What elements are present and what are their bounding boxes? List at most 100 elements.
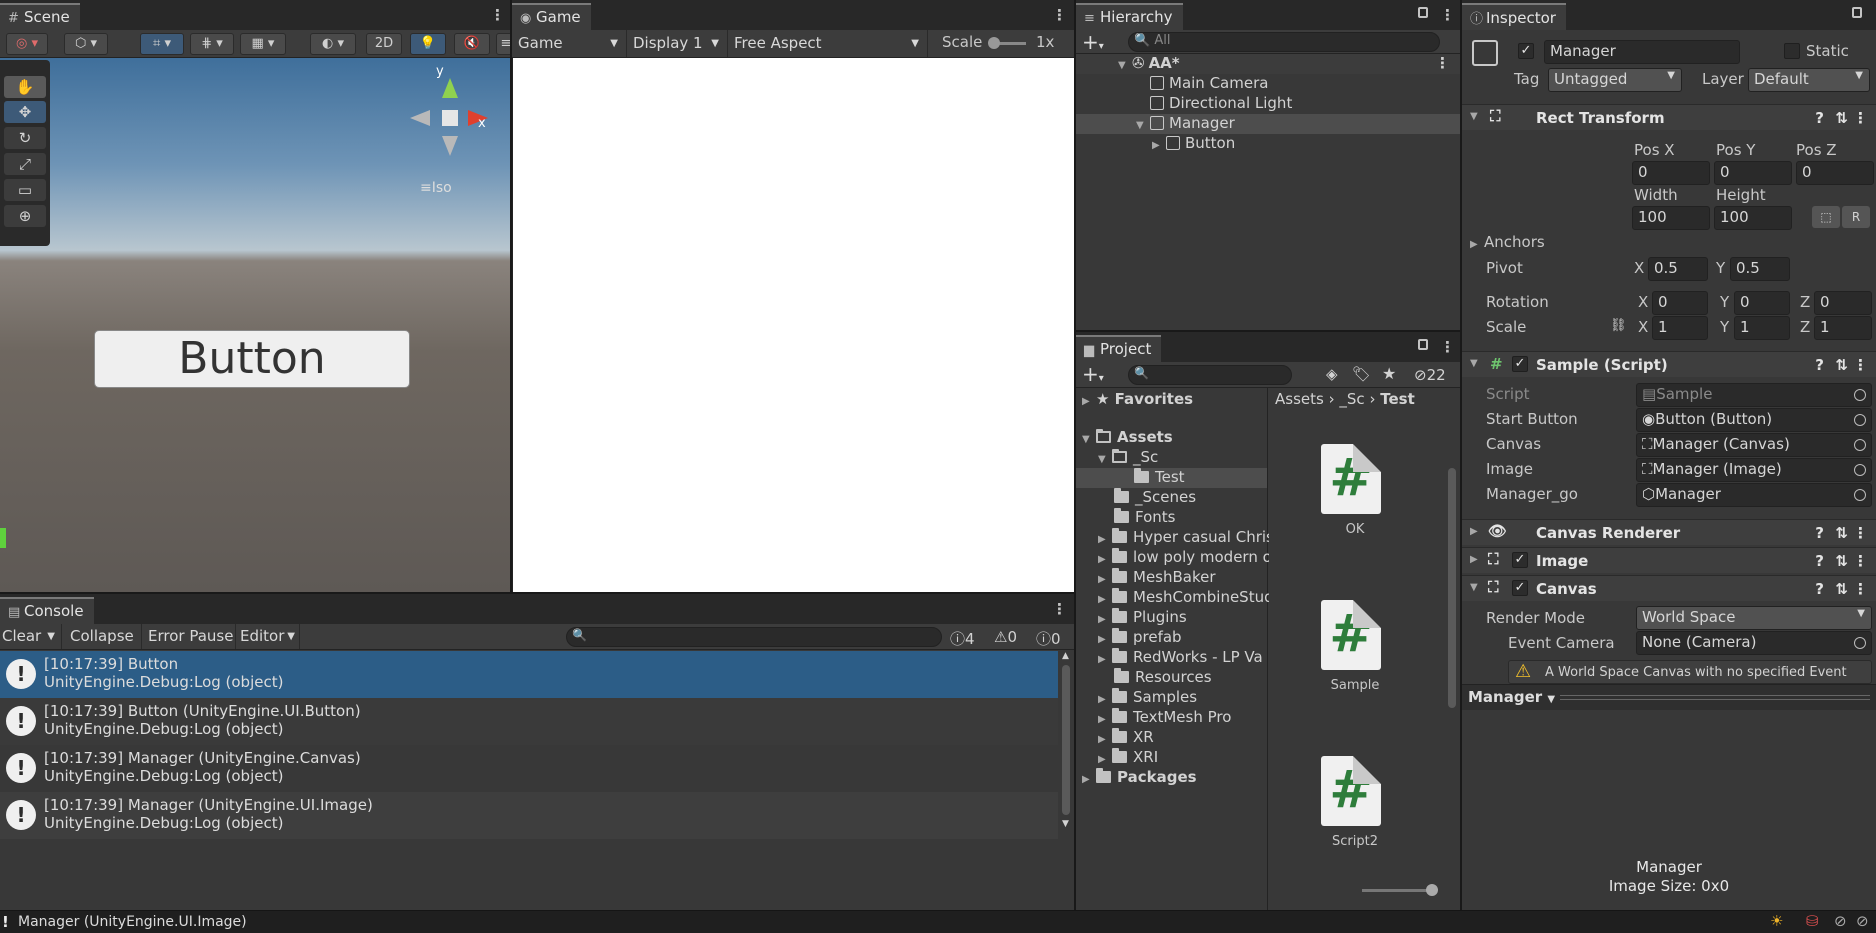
scroll-up-icon[interactable]: ▲ xyxy=(1062,651,1069,661)
expand-arrow-icon[interactable]: ▼ xyxy=(1136,120,1150,131)
width-field[interactable]: 100 xyxy=(1632,206,1710,230)
asset-name-ok[interactable]: OK xyxy=(1269,522,1441,537)
slider-handle[interactable] xyxy=(1426,884,1438,896)
expand-arrow-icon[interactable]: ▼ xyxy=(1470,582,1484,593)
tree-xr[interactable]: ▶ XR xyxy=(1076,728,1267,748)
hierarchy-search-input[interactable]: 🔍 All xyxy=(1128,32,1440,52)
image-component-header[interactable]: ▶ ⛶ ✓ Image ? ⇅ ⋮ xyxy=(1462,547,1876,573)
tree-samples[interactable]: ▶ Samples xyxy=(1076,688,1267,708)
canvas-enabled-checkbox[interactable]: ✓ xyxy=(1512,580,1528,596)
rotation-x-field[interactable]: 0 xyxy=(1652,291,1708,315)
preset-icon[interactable]: ⇅ xyxy=(1835,109,1848,127)
component-menu-icon[interactable]: ⋮ xyxy=(1853,552,1868,570)
scale-slider-handle[interactable] xyxy=(988,37,1000,49)
scale-slider[interactable] xyxy=(988,37,1026,49)
asset-name-sample[interactable]: Sample xyxy=(1269,678,1441,693)
collapse-arrow-icon[interactable]: ▶ xyxy=(1152,140,1166,151)
tree-sc[interactable]: ▼ _Sc xyxy=(1076,448,1267,468)
tree-hyper-casual[interactable]: ▶ Hyper casual Chris xyxy=(1076,528,1274,548)
pivot-y-field[interactable]: 0.5 xyxy=(1730,257,1790,281)
manager-go-field[interactable]: ⬡Manager xyxy=(1636,483,1872,507)
raw-edit-icon[interactable]: R xyxy=(1842,206,1870,228)
console-search-input[interactable]: 🔍 xyxy=(566,627,942,647)
icon-size-slider[interactable] xyxy=(1362,884,1438,896)
object-picker-icon[interactable] xyxy=(1854,414,1866,426)
progress-activity-icon[interactable]: ☀ xyxy=(1770,912,1783,930)
tree-prefab[interactable]: ▶ prefab xyxy=(1076,628,1267,648)
console-entry[interactable]: ! [10:17:39] Button (UnityEngine.UI.Butt… xyxy=(0,698,1058,745)
layer-dropdown[interactable]: Default ▼ xyxy=(1748,68,1870,92)
collapse-arrow-icon[interactable]: ▶ xyxy=(1098,634,1112,645)
editor-dropdown[interactable]: Editor ▼ xyxy=(236,624,300,649)
game-view[interactable] xyxy=(512,58,1074,592)
tree-meshbaker[interactable]: ▶ MeshBaker xyxy=(1076,568,1267,588)
hierarchy-item-manager[interactable]: ▼ Manager xyxy=(1076,114,1460,134)
project-menu-icon[interactable]: ⋮ xyxy=(1440,338,1455,356)
status-message[interactable]: Manager (UnityEngine.UI.Image) xyxy=(18,914,247,930)
scene-menu-icon[interactable]: ⋮ xyxy=(490,6,505,24)
pos-y-field[interactable]: 0 xyxy=(1714,161,1792,185)
effects-dropdown[interactable]: ≡ xyxy=(496,33,510,55)
help-icon[interactable]: ? xyxy=(1815,524,1824,542)
tab-console[interactable]: ▤ Console xyxy=(0,597,94,624)
tab-hierarchy[interactable]: ≡ Hierarchy xyxy=(1076,3,1183,30)
collapse-arrow-icon[interactable]: ▶ xyxy=(1098,594,1112,605)
hierarchy-scene-aa[interactable]: ▼ ✇ AA* ⋮ xyxy=(1076,54,1460,74)
console-menu-icon[interactable]: ⋮ xyxy=(1052,600,1067,618)
object-picker-icon[interactable] xyxy=(1854,439,1866,451)
tree-assets[interactable]: ▼ Assets xyxy=(1076,428,1267,448)
create-asset-button[interactable]: +▾ xyxy=(1082,362,1104,386)
pos-x-field[interactable]: 0 xyxy=(1632,161,1710,185)
tree-resources[interactable]: Resources xyxy=(1076,668,1267,688)
tree-xri[interactable]: ▶ XRI xyxy=(1076,748,1267,768)
hierarchy-menu-icon[interactable]: ⋮ xyxy=(1440,6,1455,24)
asset-name-script2[interactable]: Script2 xyxy=(1269,834,1441,849)
lock-icon[interactable] xyxy=(1418,339,1428,350)
help-icon[interactable]: ? xyxy=(1815,580,1824,598)
static-checkbox[interactable] xyxy=(1784,43,1800,59)
scrollbar-thumb[interactable] xyxy=(1062,665,1070,815)
component-menu-icon[interactable]: ⋮ xyxy=(1853,109,1868,127)
error-pause-button[interactable]: Error Pause xyxy=(142,624,236,649)
console-entry[interactable]: ! [10:17:39] Manager (UnityEngine.UI.Ima… xyxy=(0,792,1058,839)
preset-icon[interactable]: ⇅ xyxy=(1835,524,1848,542)
collapse-arrow-icon[interactable]: ▶ xyxy=(1082,774,1096,785)
tab-scene[interactable]: # Scene xyxy=(0,3,80,30)
lighting-toggle-icon[interactable]: 💡 xyxy=(410,33,446,55)
rect-tool-icon[interactable]: ▭ xyxy=(4,179,46,201)
collapse-arrow-icon[interactable]: ▶ xyxy=(1098,574,1112,585)
collapse-arrow-icon[interactable]: ▶ xyxy=(1470,526,1484,537)
cache-server-icon[interactable]: ⛁ xyxy=(1806,912,1819,930)
hierarchy-item-directional-light[interactable]: Directional Light xyxy=(1076,94,1460,114)
tree-packages[interactable]: ▶ Packages xyxy=(1076,768,1267,788)
tree-textmesh-pro[interactable]: ▶ TextMesh Pro xyxy=(1076,708,1267,728)
tab-project[interactable]: ▆ Project xyxy=(1076,335,1162,362)
rotation-z-field[interactable]: 0 xyxy=(1814,291,1872,315)
canvas-component-header[interactable]: ▼ ⛶ ✓ Canvas ? ⇅ ⋮ xyxy=(1462,575,1876,601)
search-by-type-icon[interactable]: ◈ xyxy=(1326,365,1338,383)
transform-tool-icon[interactable]: ⊕ xyxy=(4,205,46,227)
favorites-star-icon[interactable]: ★ xyxy=(1382,364,1396,383)
render-mode-dropdown[interactable]: World Space ▼ xyxy=(1636,606,1872,630)
collab-icon[interactable]: ⊘ xyxy=(1856,912,1869,930)
image-enabled-checkbox[interactable]: ✓ xyxy=(1512,552,1528,568)
scrollbar-thumb[interactable] xyxy=(1448,468,1456,708)
error-count-toggle[interactable]: ⓘ0 xyxy=(1036,628,1061,649)
scroll-down-icon[interactable]: ▼ xyxy=(1062,819,1069,829)
collapse-arrow-icon[interactable]: ▶ xyxy=(1098,754,1112,765)
scene-menu-dots-icon[interactable]: ⋮ xyxy=(1435,54,1450,72)
project-search-input[interactable]: 🔍 xyxy=(1128,365,1292,385)
tree-fonts[interactable]: Fonts xyxy=(1076,508,1267,528)
game-mode-dropdown[interactable]: Game ▼ xyxy=(512,30,627,57)
move-tool-icon[interactable]: ✥ xyxy=(4,101,46,123)
active-checkbox[interactable]: ✓ xyxy=(1518,43,1534,59)
tree-meshcombine[interactable]: ▶ MeshCombineStud xyxy=(1076,588,1274,608)
lock-icon[interactable] xyxy=(1418,7,1428,18)
help-icon[interactable]: ? xyxy=(1815,356,1824,374)
search-by-label-icon[interactable]: 🏷 xyxy=(1352,365,1371,383)
console-entry[interactable]: ! [10:17:39] Button UnityEngine.Debug:Log… xyxy=(0,651,1058,698)
grid-visibility-dropdown[interactable]: ▦ ▾ xyxy=(240,33,286,55)
collapse-arrow-icon[interactable]: ▶ xyxy=(1470,239,1484,250)
view-tool-icon[interactable]: ✋ xyxy=(4,76,46,98)
collapse-arrow-icon[interactable]: ▶ xyxy=(1098,734,1112,745)
